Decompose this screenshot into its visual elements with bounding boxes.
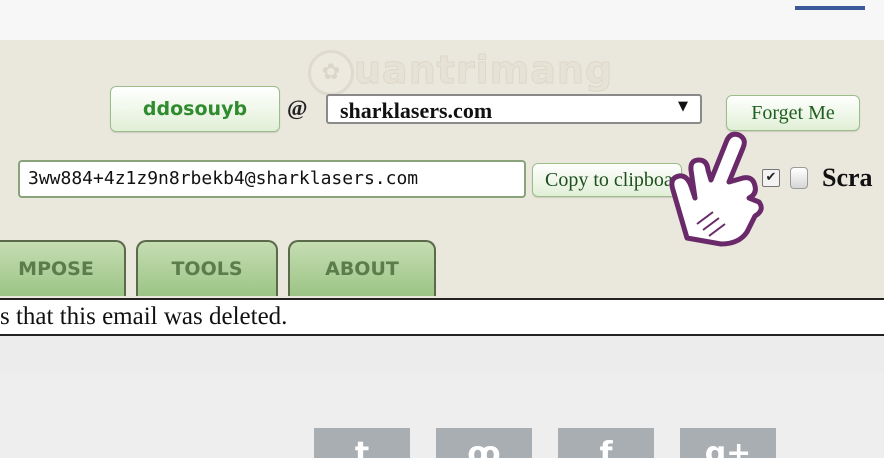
scramble-label: Scra (822, 163, 873, 192)
google-plus-share-icon[interactable]: g+ (680, 428, 776, 458)
watermark-logo: ✿ uantrimang (308, 48, 613, 96)
watermark-emblem-icon: ✿ (308, 50, 354, 96)
chevron-down-icon: ▼ (678, 99, 688, 114)
scramble-icon (790, 167, 808, 189)
domain-select-value: sharklasers.com (340, 98, 493, 123)
email-address-field[interactable]: 3ww884+4z1z9n8rbekb4@sharklasers.com (18, 160, 526, 198)
deleted-notice: s that this email was deleted. (0, 298, 884, 336)
tab-about[interactable]: ABOUT (288, 240, 436, 296)
tumblr-share-icon[interactable]: t (314, 428, 410, 458)
facebook-share-icon[interactable]: f (558, 428, 654, 458)
tab-compose[interactable]: MPOSE (0, 240, 126, 296)
top-accent-bar (795, 6, 865, 10)
tab-tools[interactable]: TOOLS (136, 240, 278, 296)
at-symbol: @ (287, 95, 308, 120)
pointing-hand-icon (669, 131, 764, 247)
top-strip (0, 0, 884, 40)
username-button[interactable]: ddosouyb (110, 86, 280, 132)
domain-select[interactable]: sharklasers.com ▼ (326, 94, 702, 124)
watermark-text: uantrimang (353, 48, 614, 93)
stumbleupon-share-icon[interactable]: ꝏ (436, 428, 532, 458)
